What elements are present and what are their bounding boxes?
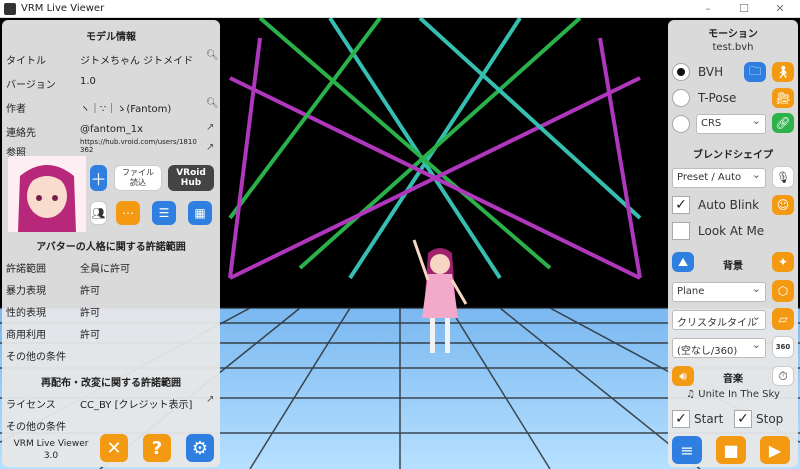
grid-icon[interactable]: ▦ [188,201,212,225]
commercial-value: 許可 [80,330,100,341]
users-icon[interactable]: 👥︎ [90,201,107,225]
open-link-icon[interactable]: ↗ [206,122,214,133]
title-bar: VRM Live Viewer – ☐ ✕ [0,0,800,18]
blendshape-title: ブレンドシェイプ [693,150,773,161]
minimize-button[interactable]: – [692,0,724,18]
version-value: 1.0 [80,76,96,87]
start-checkbox[interactable]: ✓ [672,410,690,428]
stop-button[interactable]: ■ [716,436,746,464]
version-label: バージョン [6,80,56,91]
license-link-icon[interactable]: ↗ [206,394,214,405]
contact-value: @fantom_1x [80,124,144,135]
app-version: VRM Live Viewer 3.0 [13,439,89,461]
bvh-label: BVH [698,65,724,79]
violence-value: 許可 [80,286,100,297]
preset-dropdown[interactable]: Preset / Auto [672,168,766,188]
tile-dropdown[interactable]: クリスタルタイル [672,310,766,330]
settings-gear-icon[interactable]: ⚙ [186,434,214,462]
parallelogram-icon[interactable]: ▱ [772,308,794,330]
redistribution-title: 再配布・改変に関する許諾範囲 [41,378,181,389]
reference-link-icon[interactable]: ↗ [206,142,214,153]
file-load-button[interactable]: ファイル 読込 [114,165,162,191]
person-icon[interactable]: 🚶︎ [772,62,794,82]
license-value: CC_BY [クレジット表示] [80,400,193,411]
video-camera-icon[interactable]: 🎥︎ [772,88,794,108]
author-label: 作者 [6,104,26,115]
right-panel: モーション test.bvh BVH 🗀 🚶︎ T-Pose 🎥︎ CRS 🔗︎… [668,20,798,467]
close-model-button[interactable]: ✕ [100,434,128,462]
sexual-value: 許可 [80,308,100,319]
play-button[interactable]: ▶ [760,436,790,464]
search-icon[interactable]: 🔍︎ [206,50,219,61]
rotate-360-icon[interactable]: 360 [772,336,794,358]
look-at-me-checkbox[interactable] [672,222,690,240]
app-icon [4,2,16,15]
author-value: ヽ｜∵｜ゝ(Fantom) [80,104,172,115]
stop-checkbox[interactable]: ✓ [734,410,752,428]
sexual-label: 性的表現 [6,308,46,319]
left-panel: モデル情報 タイトル ジトメちゃん ジトメイド 🔍︎ バージョン 1.0 作者 … [2,20,220,467]
timer-icon[interactable]: ⏱︎ [772,366,794,386]
reference-value: https://hub.vroid.com/users/1810362 [80,138,197,154]
help-icon[interactable]: ? [143,434,171,462]
permission-value: 全員に許可 [80,264,130,275]
other-conditions-label: その他の条件 [6,352,66,363]
model-info-title: モデル情報 [86,32,136,43]
commercial-label: 商用利用 [6,330,46,341]
microphone-icon[interactable]: 🎙︎ [772,166,794,188]
plane-dropdown[interactable]: Plane [672,282,766,302]
title-value: ジトメちゃん ジトメイド [80,56,194,67]
violence-label: 暴力表現 [6,286,46,297]
license-label: ライセンス [6,400,56,411]
document-list-icon[interactable]: ☰ [152,201,176,225]
title-label: タイトル [6,56,46,67]
sparkle-icon[interactable]: ✦ [772,252,794,272]
vroid-hub-button[interactable]: VRoid Hub [168,165,214,191]
smile-icon[interactable]: ☺ [772,195,794,215]
auto-blink-checkbox[interactable]: ✓ [672,196,690,214]
persona-title: アバターの人格に関する許諾範囲 [36,242,186,253]
author-search-icon[interactable]: 🔍︎ [206,98,219,109]
tpose-label: T-Pose [698,91,737,105]
cube-icon[interactable]: ⬡ [772,280,794,302]
motion-title: モーション [708,29,758,40]
sky-dropdown[interactable]: (空なし/360) [672,338,766,358]
bvh-radio[interactable] [672,63,690,81]
motion-file: test.bvh [712,42,754,53]
add-button[interactable]: ＋ [90,165,107,191]
link-icon[interactable]: 🔗︎ [772,113,794,133]
stop-label: Stop [756,412,784,426]
folder-icon[interactable]: 🗀 [744,62,766,82]
auto-blink-label: Auto Blink [698,198,760,212]
crs-radio[interactable] [672,115,690,133]
playlist-icon[interactable]: ≡ [672,436,702,464]
contact-label: 連絡先 [6,128,36,139]
more-icon[interactable]: ⋯ [116,201,140,225]
window-title: VRM Live Viewer [21,3,105,14]
avatar-thumbnail [8,156,86,232]
close-window-button[interactable]: ✕ [764,0,796,18]
maximize-button[interactable]: ☐ [728,0,760,18]
look-at-me-label: Look At Me [698,224,765,238]
redist-other-label: その他の条件 [6,422,66,433]
track-name: ♫ Unite In The Sky [686,389,780,400]
tpose-radio[interactable] [672,89,690,107]
start-label: Start [694,412,724,426]
crs-dropdown[interactable]: CRS [696,114,766,134]
permission-label: 許諾範囲 [6,264,46,275]
